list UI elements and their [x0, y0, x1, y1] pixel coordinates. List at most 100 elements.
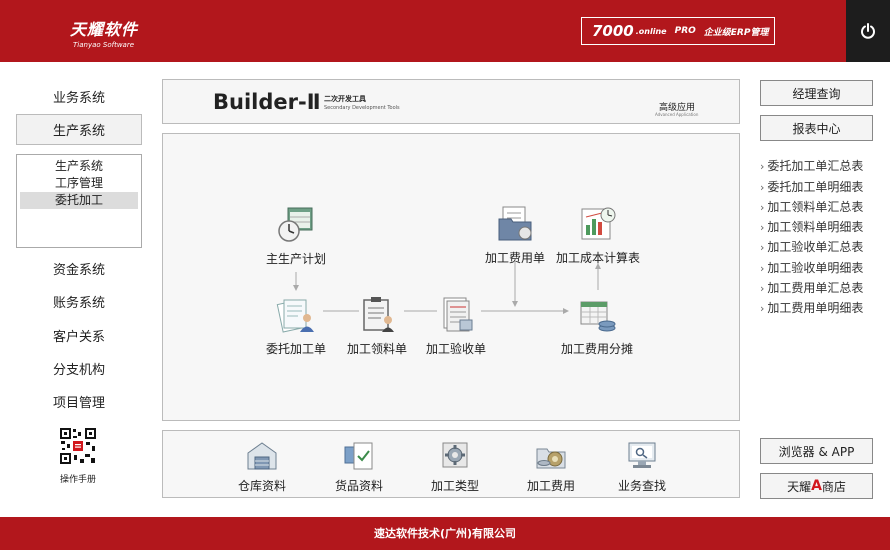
process-fee-label: 加工费用 [527, 479, 576, 493]
builder-title: Builder-Ⅱ [213, 90, 321, 114]
report-link-label: 加工验收单明细表 [767, 261, 864, 275]
report-link[interactable]: › 加工费用单明细表 [760, 299, 863, 316]
node-cost-sheet[interactable]: 加工成本计算表 [556, 203, 640, 266]
report-link-label: 加工验收单汇总表 [767, 240, 864, 254]
chevron-right-icon: › [760, 221, 765, 234]
header-bar: 天耀软件 Tianyao Software 7000 .online PRO 企… [0, 0, 890, 62]
builder-subtitle-en: Secondary Development Tools [324, 105, 400, 111]
goods-checklist-icon [344, 442, 373, 470]
tool-goods[interactable]: 货品资料 [335, 439, 383, 494]
logo-en: Tianyao Software [73, 41, 135, 49]
footer-company: 速达软件技术(广州)有限公司 [373, 527, 517, 540]
store-prefix: 天耀 [787, 479, 812, 494]
report-center-button[interactable]: 报表中心 [760, 115, 873, 141]
chevron-right-icon: › [760, 241, 765, 254]
tool-process-type[interactable]: 加工类型 [431, 439, 479, 494]
spreadsheet-coins-icon [580, 301, 616, 332]
business-search-label: 业务查找 [618, 479, 667, 493]
nav-branches[interactable]: 分支机构 [16, 354, 142, 382]
footer-bar: 速达软件技术(广州)有限公司 [0, 517, 890, 550]
node-fee-allocation[interactable]: 加工费用分摊 [561, 294, 633, 357]
report-link[interactable]: › 加工费用单汇总表 [760, 279, 863, 296]
report-link[interactable]: › 委托加工单明细表 [760, 178, 863, 195]
report-link[interactable]: › 加工领料单汇总表 [760, 198, 863, 215]
advanced-app-en: Advanced Application [655, 112, 699, 117]
cost-sheet-label: 加工成本计算表 [556, 251, 641, 265]
chevron-right-icon: › [760, 160, 765, 173]
fee-allocation-label: 加工费用分摊 [561, 342, 634, 356]
node-outsource-order[interactable]: 委托加工单 [266, 294, 326, 357]
subitem-outsourcing[interactable]: 委托加工 [20, 192, 138, 209]
document-stack-icon [443, 297, 473, 332]
badge-erp: 企业级ERP管理 [703, 27, 769, 38]
document-person-icon [276, 299, 314, 333]
fee-order-label: 加工费用单 [485, 251, 546, 265]
chevron-right-icon: › [760, 201, 765, 214]
node-fee-order[interactable]: 加工费用单 [485, 203, 545, 266]
report-link[interactable]: › 加工领料单明细表 [760, 218, 863, 235]
calendar-clock-icon [278, 207, 313, 242]
report-link-label: 加工领料单汇总表 [767, 200, 864, 214]
material-pick-label: 加工领料单 [347, 342, 408, 356]
report-link-label: 加工费用单汇总表 [767, 281, 864, 295]
node-inspection[interactable]: 加工验收单 [426, 294, 486, 357]
nav-accounts-system[interactable]: 账务系统 [16, 287, 142, 315]
warehouse-label: 仓库资料 [238, 479, 287, 493]
coins-gear-icon [536, 448, 566, 469]
builder-subtitle-cn: 二次开发工具 [324, 95, 366, 103]
monitor-search-icon [628, 442, 656, 468]
tool-warehouse[interactable]: 仓库资料 [238, 439, 286, 494]
report-link[interactable]: › 加工验收单明细表 [760, 259, 863, 276]
flow-connectors [293, 262, 601, 314]
report-link[interactable]: › 加工验收单汇总表 [760, 238, 863, 255]
manager-query-button[interactable]: 经理查询 [760, 80, 873, 106]
product-badge: 7000 .online PRO 企业级ERP管理 [581, 17, 775, 45]
store-suffix: 商店 [821, 479, 846, 494]
chevron-right-icon: › [760, 302, 765, 315]
power-button[interactable] [846, 0, 890, 62]
qr-code-icon[interactable] [59, 427, 97, 465]
subitem-production-system[interactable]: 生产系统 [20, 158, 138, 175]
manual-label[interactable]: 操作手册 [50, 472, 106, 485]
report-link-label: 加工费用单明细表 [767, 301, 864, 315]
goods-label: 货品资料 [335, 479, 384, 493]
report-link[interactable]: › 委托加工单汇总表 [760, 157, 863, 174]
power-icon [861, 23, 875, 39]
tool-process-fee[interactable]: 加工费用 [527, 439, 575, 494]
logo-cn: 天耀软件 [70, 20, 139, 39]
chevron-right-icon: › [760, 282, 765, 295]
nav-business-system[interactable]: 业务系统 [16, 82, 142, 110]
master-plan-label: 主生产计划 [266, 252, 327, 266]
badge-number: 7000 [592, 22, 634, 40]
nav-production-system[interactable]: 生产系统 [16, 114, 142, 145]
workflow-panel: 主生产计划 委托加工单 加工领料单 加工验收单 加工费用单 加工成本计算表 加工… [162, 133, 740, 421]
folder-money-icon [498, 206, 532, 241]
nav-customer-relations[interactable]: 客户关系 [16, 321, 142, 349]
builder-banner[interactable]: Builder-Ⅱ 二次开发工具 Secondary Development T… [162, 79, 740, 124]
browser-app-button[interactable]: 浏览器 & APP [760, 438, 873, 464]
chevron-right-icon: › [760, 262, 765, 275]
node-master-plan[interactable]: 主生产计划 [266, 204, 326, 267]
brand-logo: 天耀软件 Tianyao Software [70, 16, 138, 49]
report-link-label: 委托加工单汇总表 [767, 159, 864, 173]
badge-online: .online [635, 26, 667, 36]
gear-box-icon [442, 442, 468, 468]
bottom-toolbar: 仓库资料 货品资料 加工类型 加工费用 业务查找 [162, 430, 740, 498]
inspection-label: 加工验收单 [426, 342, 487, 356]
chevron-right-icon: › [760, 181, 765, 194]
report-link-label: 委托加工单明细表 [767, 180, 864, 194]
chart-clock-icon [581, 207, 616, 240]
nav-project-management[interactable]: 项目管理 [16, 387, 142, 415]
subitem-process-management[interactable]: 工序管理 [20, 175, 138, 192]
clipboard-person-icon [363, 297, 394, 332]
tool-business-search[interactable]: 业务查找 [618, 439, 666, 494]
app-store-button[interactable]: 天耀 A 商店 [760, 473, 873, 499]
warehouse-icon [247, 442, 277, 470]
store-brand-letter: A [811, 478, 822, 494]
report-link-label: 加工领料单明细表 [767, 220, 864, 234]
process-type-label: 加工类型 [431, 479, 480, 493]
nav-funds-system[interactable]: 资金系统 [16, 254, 142, 282]
production-submenu: 生产系统 工序管理 委托加工 [16, 154, 142, 248]
node-material-pick[interactable]: 加工领料单 [347, 294, 407, 357]
badge-pro: PRO [674, 26, 696, 36]
